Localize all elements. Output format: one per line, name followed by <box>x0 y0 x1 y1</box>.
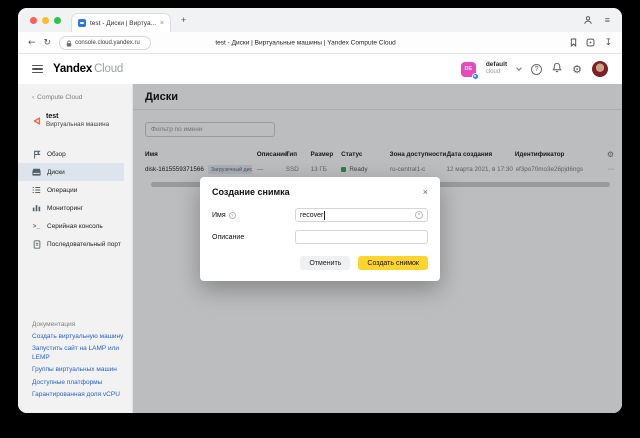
sidebar-item-disks[interactable]: Диски <box>18 163 124 181</box>
modal-title: Создание снимка <box>212 187 290 197</box>
close-window-button[interactable] <box>30 17 37 24</box>
account-switcher[interactable]: default cloud <box>486 62 507 75</box>
cloud-avatar-initials: DE <box>464 66 472 72</box>
bookmark-icon[interactable] <box>570 34 577 52</box>
create-snapshot-button[interactable]: Создать снимок <box>358 256 428 270</box>
cloud-avatar-badge-icon <box>472 73 479 80</box>
docs-link-create-vm[interactable]: Создать виртуальную машину <box>32 333 126 341</box>
snapshot-description-input[interactable] <box>295 230 428 244</box>
monitoring-chart-icon <box>32 204 41 212</box>
sidebar-item-operations[interactable]: Операции <box>18 181 124 199</box>
tab-title: test - Диски | Виртуа... <box>90 20 156 27</box>
docs-link-platforms[interactable]: Доступные платформы <box>32 379 126 387</box>
sidebar-item-label: Операции <box>47 187 77 194</box>
name-input-value: recover <box>300 212 323 219</box>
sidebar-item-label: Последовательный порт <box>47 241 121 248</box>
create-snapshot-modal: Создание снимка × Имя ? recover × Описан… <box>200 177 440 281</box>
name-field-label: Имя <box>212 212 226 219</box>
hamburger-menu-icon[interactable] <box>32 65 43 74</box>
docs-link-lamp[interactable]: Запустить сайт на LAMP или LEMP <box>32 345 126 361</box>
back-icon[interactable]: ← <box>28 38 36 48</box>
reload-icon[interactable]: ↻ <box>44 38 52 48</box>
service-name: test <box>46 113 109 120</box>
sidebar-item-label: Обзор <box>47 151 66 158</box>
cloud-avatar[interactable]: DE <box>461 62 476 77</box>
description-field-label: Описание <box>212 234 244 241</box>
description-input-field[interactable] <box>300 234 423 241</box>
chevron-down-icon[interactable] <box>516 65 522 71</box>
window-controls <box>30 17 61 24</box>
console-header: YandexCloud DE default cloud ? ⚙ <box>18 54 622 84</box>
address-bar[interactable]: console.cloud.yandex.ru <box>59 36 151 50</box>
lock-icon <box>66 34 72 52</box>
sidebar-item-overview[interactable]: Обзор <box>18 145 124 163</box>
extensions-icon[interactable] <box>586 34 595 52</box>
service-kind: Виртуальная машина <box>46 121 109 128</box>
clear-input-icon[interactable]: × <box>415 211 423 219</box>
service-card[interactable]: test Виртуальная машина <box>32 113 124 131</box>
document-icon <box>32 240 41 249</box>
flag-icon <box>32 150 41 159</box>
browser-window: test - Диски | Виртуа... × + ≡ ← ↻ conso… <box>18 8 622 413</box>
url-text: console.cloud.yandex.ru <box>75 40 140 46</box>
download-icon[interactable]: ↧ <box>604 38 612 48</box>
sidebar-item-monitoring[interactable]: Мониторинг <box>18 199 124 217</box>
sidebar-item-label: Мониторинг <box>47 205 83 212</box>
back-link-label: Compute Cloud <box>37 94 82 101</box>
disk-icon <box>32 168 41 176</box>
user-avatar[interactable] <box>592 61 608 77</box>
docs-title: Документация <box>32 321 126 328</box>
tab-strip: test - Диски | Виртуа... × + ≡ <box>18 8 622 32</box>
tab-favicon-icon <box>78 19 86 27</box>
zoom-window-button[interactable] <box>54 17 61 24</box>
chevron-left-icon: ‹ <box>32 94 34 101</box>
account-scope: cloud <box>486 69 507 75</box>
account-name: default <box>486 62 507 69</box>
vm-service-icon <box>32 113 41 131</box>
browser-tab[interactable]: test - Диски | Виртуа... × <box>71 13 171 32</box>
terminal-icon: >_ <box>32 223 41 230</box>
sidebar-item-serial-port[interactable]: Последовательный порт <box>18 235 124 253</box>
help-icon[interactable]: ? <box>531 64 542 75</box>
sidebar-item-label: Диски <box>47 169 65 176</box>
docs-link-vm-groups[interactable]: Группы виртуальных машин <box>32 366 126 374</box>
docs-link-vcpu[interactable]: Гарантированная доля vCPU <box>32 391 126 399</box>
page-title-text: test - Диски | Виртуальные машины | Yand… <box>215 39 395 46</box>
sidebar-item-serial-console[interactable]: >_ Серийная консоль <box>18 217 124 235</box>
minimize-window-button[interactable] <box>42 17 49 24</box>
close-icon[interactable]: × <box>423 187 428 197</box>
logo-cloud-text: Cloud <box>94 63 123 75</box>
gear-icon[interactable]: ⚙ <box>572 64 582 75</box>
sidebar-back-link[interactable]: ‹ Compute Cloud <box>32 94 124 101</box>
snapshot-name-input[interactable]: recover × <box>295 208 428 222</box>
cancel-button[interactable]: Отменить <box>300 256 350 270</box>
tab-close-icon[interactable]: × <box>160 20 164 27</box>
browser-menu-icon[interactable]: ≡ <box>605 15 610 25</box>
sidebar: ‹ Compute Cloud test Виртуальная машина <box>18 84 133 413</box>
logo-yandex-text: Yandex <box>53 63 92 75</box>
documentation-section: Документация Создать виртуальную машину … <box>32 321 126 404</box>
text-caret <box>324 211 325 220</box>
new-tab-button[interactable]: + <box>181 15 186 25</box>
browser-profile-icon[interactable] <box>583 15 593 25</box>
browser-toolbar: ← ↻ console.cloud.yandex.ru test - Диски… <box>18 32 622 54</box>
operations-list-icon <box>32 186 41 194</box>
sidebar-item-label: Серийная консоль <box>47 223 103 230</box>
yandex-cloud-logo: YandexCloud <box>53 63 123 75</box>
sidebar-nav: Обзор Диски <box>18 145 124 253</box>
bell-icon[interactable] <box>552 60 562 78</box>
field-help-icon[interactable]: ? <box>229 212 236 219</box>
